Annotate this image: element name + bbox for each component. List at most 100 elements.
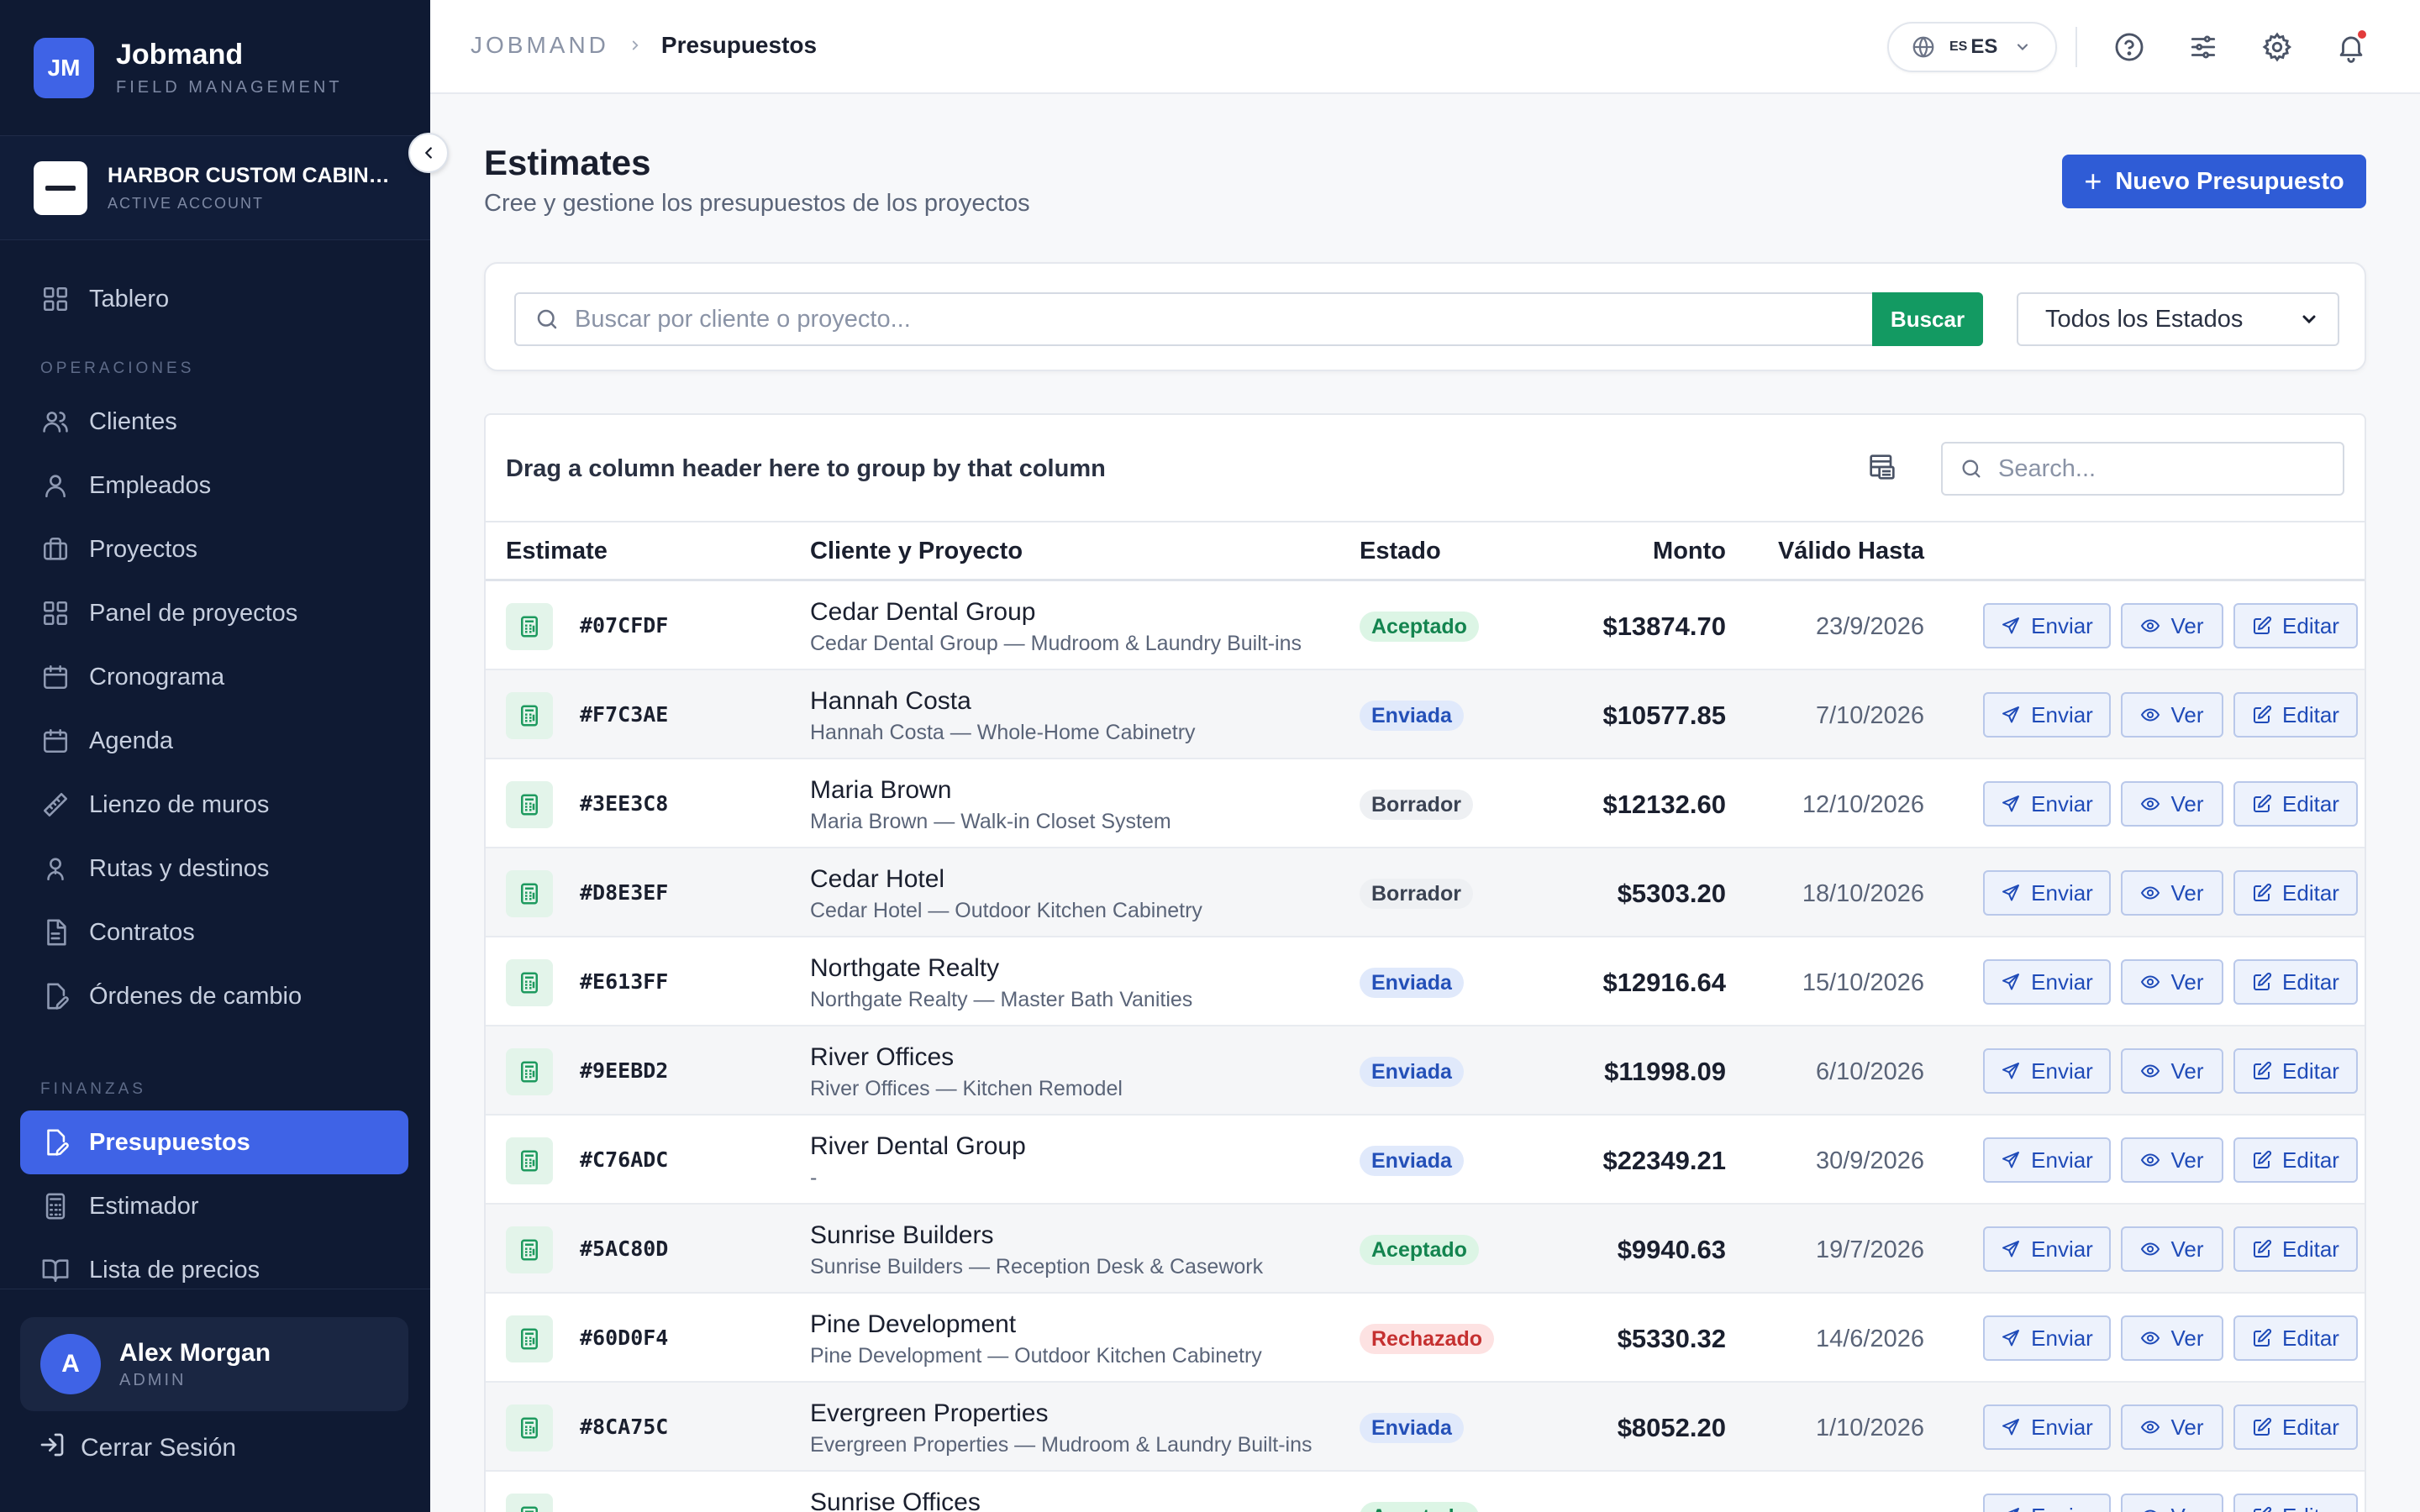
column-header-estimate[interactable]: Estimate: [506, 538, 608, 565]
sidebar-item-agenda[interactable]: Agenda: [20, 709, 408, 773]
table-row[interactable]: #F7C3AE Hannah Costa Hannah Costa — Whol…: [486, 670, 2365, 759]
chevron-down-icon: [2018, 44, 2028, 50]
view-button[interactable]: Ver: [2121, 1404, 2223, 1450]
view-button[interactable]: Ver: [2121, 870, 2223, 916]
edit-button[interactable]: Editar: [2233, 1137, 2358, 1183]
collapse-sidebar-button[interactable]: [408, 133, 449, 173]
view-button[interactable]: Ver: [2121, 1494, 2223, 1512]
send-button[interactable]: Enviar: [1983, 1226, 2111, 1272]
edit-button[interactable]: Editar: [2233, 1404, 2358, 1450]
table-row[interactable]: #8CA75C Evergreen Properties Evergreen P…: [486, 1383, 2365, 1472]
status-badge: Aceptado: [1360, 612, 1479, 642]
sidebar-item-panel-de-proyectos[interactable]: Panel de proyectos: [20, 581, 408, 645]
edit-button[interactable]: Editar: [2233, 1315, 2358, 1361]
group-panel[interactable]: Drag a column header here to group by th…: [486, 415, 2365, 522]
view-button[interactable]: Ver: [2121, 1315, 2223, 1361]
valid-until: 12/10/2026: [1802, 791, 1924, 818]
bell-icon[interactable]: [2333, 29, 2370, 66]
edit-button[interactable]: Editar: [2233, 692, 2358, 738]
send-button[interactable]: Enviar: [1983, 959, 2111, 1005]
sliders-icon[interactable]: [2185, 29, 2222, 66]
file-icon: [40, 917, 71, 948]
grid-icon: [40, 598, 71, 628]
sidebar-section-heading: OPERACIONES: [40, 360, 195, 377]
map-pin-icon: [40, 853, 71, 884]
column-header-valid-until[interactable]: Válido Hasta: [1778, 538, 1924, 565]
table-row[interactable]: #5AC80D Sunrise Builders Sunrise Builder…: [486, 1205, 2365, 1294]
table-row[interactable]: #9EEBD2 River Offices River Offices — Ki…: [486, 1026, 2365, 1116]
edit-button[interactable]: Editar: [2233, 959, 2358, 1005]
view-button[interactable]: Ver: [2121, 1226, 2223, 1272]
sidebar-item-contratos[interactable]: Contratos: [20, 900, 408, 964]
search-icon: [1962, 459, 1981, 478]
send-button[interactable]: Enviar: [1983, 1494, 2111, 1512]
send-button[interactable]: Enviar: [1983, 1048, 2111, 1094]
view-button[interactable]: Ver: [2121, 959, 2223, 1005]
send-button[interactable]: Enviar: [1983, 1315, 2111, 1361]
status-badge: Enviada: [1360, 1413, 1464, 1443]
help-icon[interactable]: [2111, 29, 2148, 66]
status-filter-select[interactable]: Todos los Estados: [2017, 292, 2339, 346]
calendar-icon: [40, 662, 71, 692]
sidebar-item-estimador[interactable]: Estimador: [20, 1174, 408, 1238]
status-badge: Enviada: [1360, 1146, 1464, 1176]
view-button[interactable]: Ver: [2121, 603, 2223, 648]
edit-button[interactable]: Editar: [2233, 870, 2358, 916]
sidebar-item-lienzo-de-muros[interactable]: Lienzo de muros: [20, 773, 408, 837]
search-button[interactable]: Buscar: [1872, 292, 1983, 346]
table-row[interactable]: #07CFDF Cedar Dental Group Cedar Dental …: [486, 581, 2365, 670]
client-name: Cedar Dental Group: [810, 598, 1036, 626]
send-button[interactable]: Enviar: [1983, 870, 2111, 916]
gear-icon[interactable]: [2259, 29, 2296, 66]
view-button[interactable]: Ver: [2121, 692, 2223, 738]
language-selector[interactable]: ES ES: [1887, 22, 2057, 72]
project-name: Hannah Costa — Whole-Home Cabinetry: [810, 721, 1196, 744]
status-badge: Enviada: [1360, 968, 1464, 998]
grid-search-input[interactable]: [1998, 454, 2317, 483]
column-header-status[interactable]: Estado: [1360, 538, 1441, 565]
send-button[interactable]: Enviar: [1983, 781, 2111, 827]
send-button[interactable]: Enviar: [1983, 1137, 2111, 1183]
table-row[interactable]: #E613FF Northgate Realty Northgate Realt…: [486, 937, 2365, 1026]
edit-button[interactable]: Editar: [2233, 1494, 2358, 1512]
column-chooser-icon[interactable]: [1865, 450, 1899, 484]
sidebar-item-presupuestos[interactable]: Presupuestos: [20, 1110, 408, 1174]
edit-icon: [2252, 1417, 2272, 1437]
sidebar-item-cronograma[interactable]: Cronograma: [20, 645, 408, 709]
view-button[interactable]: Ver: [2121, 1137, 2223, 1183]
main-content: Estimates Cree y gestione los presupuest…: [430, 94, 2420, 1512]
view-button[interactable]: Ver: [2121, 1048, 2223, 1094]
edit-button[interactable]: Editar: [2233, 1226, 2358, 1272]
logout-button[interactable]: Cerrar Sesión: [39, 1431, 236, 1465]
view-button[interactable]: Ver: [2121, 781, 2223, 827]
send-button[interactable]: Enviar: [1983, 692, 2111, 738]
sidebar-item-clientes[interactable]: Clientes: [20, 390, 408, 454]
sidebar-item-lista-de-precios[interactable]: Lista de precios: [20, 1238, 408, 1302]
sidebar-item-proyectos[interactable]: Proyectos: [20, 517, 408, 581]
new-estimate-button[interactable]: + Nuevo Presupuesto: [2062, 155, 2366, 208]
send-button[interactable]: Enviar: [1983, 603, 2111, 648]
edit-button[interactable]: Editar: [2233, 1048, 2358, 1094]
sidebar-item-rutas-y-destinos[interactable]: Rutas y destinos: [20, 837, 408, 900]
estimate-document-icon: [506, 1494, 553, 1512]
column-header-client[interactable]: Cliente y Proyecto: [810, 538, 1023, 565]
user-card[interactable]: A Alex Morgan ADMIN: [20, 1317, 408, 1411]
sidebar-item-empleados[interactable]: Empleados: [20, 454, 408, 517]
table-row[interactable]: #D8E3EF Cedar Hotel Cedar Hotel — Outdoo…: [486, 848, 2365, 937]
table-row[interactable]: Sunrise Offices Aceptado Enviar Ver Edit…: [486, 1472, 2365, 1512]
search-input[interactable]: [575, 305, 1751, 333]
sidebar-item-tablero[interactable]: Tablero: [20, 267, 408, 331]
table-row[interactable]: #60D0F4 Pine Development Pine Developmen…: [486, 1294, 2365, 1383]
table-row[interactable]: #C76ADC River Dental Group - Enviada $22…: [486, 1116, 2365, 1205]
breadcrumb-root[interactable]: JOBMAND: [471, 32, 609, 59]
sidebar-item-ordenes-de-cambio[interactable]: Órdenes de cambio: [20, 964, 408, 1028]
table-row[interactable]: #3EE3C8 Maria Brown Maria Brown — Walk-i…: [486, 759, 2365, 848]
eye-icon: [2140, 1061, 2160, 1081]
new-estimate-label: Nuevo Presupuesto: [2115, 167, 2344, 195]
column-header-amount[interactable]: Monto: [1653, 538, 1726, 565]
eye-icon: [2140, 883, 2160, 903]
edit-button[interactable]: Editar: [2233, 781, 2358, 827]
edit-button[interactable]: Editar: [2233, 603, 2358, 648]
send-button[interactable]: Enviar: [1983, 1404, 2111, 1450]
account-switcher[interactable]: HARBOR CUSTOM CABINETRY ACTIVE ACCOUNT: [0, 136, 430, 240]
